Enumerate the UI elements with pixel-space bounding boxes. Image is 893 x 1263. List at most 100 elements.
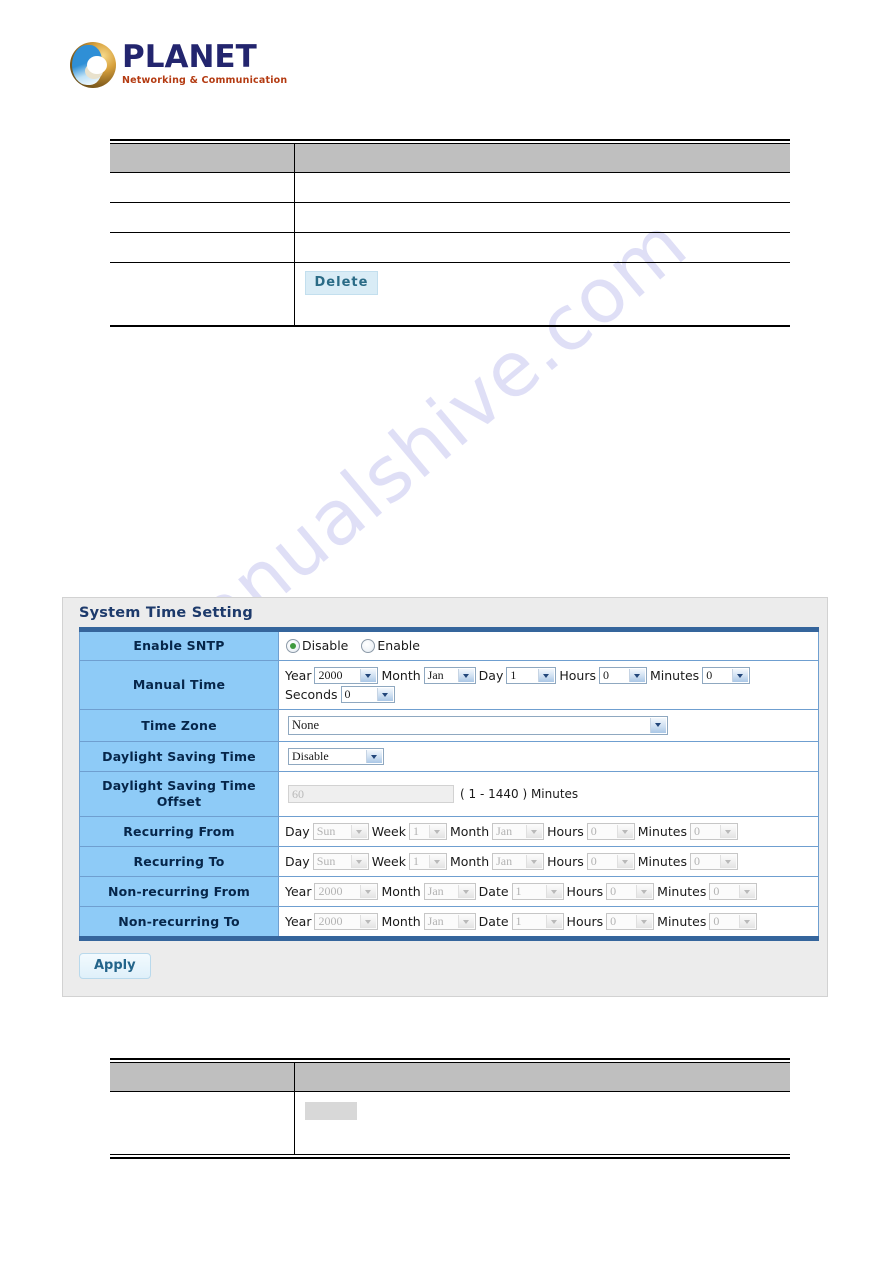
field-label-minutes: Minutes xyxy=(637,824,687,839)
brand-logo-text: PLANET Networking & Communication xyxy=(122,40,287,86)
chevron-down-icon xyxy=(616,825,633,838)
label-daylight-saving-time-offset: Daylight Saving Time Offset xyxy=(79,771,279,817)
chevron-down-icon xyxy=(457,915,474,928)
form-row-non-recurring-to: Non-recurring To Year 2000 Month Jan Date 1 Ho… xyxy=(79,906,819,939)
apply-button[interactable]: Apply xyxy=(79,953,151,979)
select-non-recurring-to-date[interactable]: 1 xyxy=(511,913,564,930)
label-daylight-saving-time: Daylight Saving Time xyxy=(79,741,279,772)
chevron-down-icon xyxy=(457,669,474,682)
table-header-row xyxy=(110,1062,790,1092)
select-recurring-to-minutes[interactable]: 0 xyxy=(689,853,738,870)
select-non-recurring-from-year[interactable]: 2000 xyxy=(314,883,379,900)
table-row xyxy=(110,232,790,263)
chevron-down-icon xyxy=(616,855,633,868)
select-non-recurring-from-month[interactable]: Jan xyxy=(423,883,476,900)
form-row-non-recurring-from: Non-recurring From Year 2000 Month Jan Date 1… xyxy=(79,876,819,907)
value-non-recurring-from: Year 2000 Month Jan Date 1 Hours 0 Minutes 0 xyxy=(278,876,819,907)
field-label-month: Month xyxy=(381,668,421,683)
select-manual-month[interactable]: Jan xyxy=(423,667,476,684)
select-manual-minutes[interactable]: 0 xyxy=(702,667,751,684)
field-label-hours: Hours xyxy=(547,824,584,839)
label-time-zone: Time Zone xyxy=(79,709,279,742)
select-non-recurring-to-year[interactable]: 2000 xyxy=(314,913,379,930)
select-manual-seconds[interactable]: 0 xyxy=(340,686,395,703)
table-row xyxy=(110,172,790,203)
value-daylight-saving-time-offset: 60 ( 1 - 1440 ) Minutes xyxy=(278,771,819,817)
table-header-cell-description xyxy=(293,1062,790,1092)
select-recurring-from-minutes[interactable]: 0 xyxy=(689,823,738,840)
form-row-enable-sntp: Enable SNTP Disable Enable xyxy=(79,629,819,661)
radio-sntp-disable[interactable] xyxy=(286,638,300,653)
form-row-daylight-saving-time-offset: Daylight Saving Time Offset 60 ( 1 - 1440… xyxy=(79,771,819,817)
field-label-date: Date xyxy=(478,884,509,899)
chevron-down-icon xyxy=(350,825,367,838)
radio-sntp-enable-label: Enable xyxy=(377,638,420,654)
form-row-recurring-from: Recurring From Day Sun Week 1 Month Jan Hours 0… xyxy=(79,816,819,847)
radio-sntp-disable-label: Disable xyxy=(302,638,349,654)
field-label-week: Week xyxy=(371,824,406,839)
chevron-down-icon xyxy=(636,915,653,928)
chevron-down-icon xyxy=(545,885,562,898)
planet-globe-icon xyxy=(70,42,116,88)
select-recurring-from-week[interactable]: 1 xyxy=(408,823,447,840)
select-manual-hours[interactable]: 0 xyxy=(598,667,647,684)
select-non-recurring-to-month[interactable]: Jan xyxy=(423,913,476,930)
table-cell-label xyxy=(110,262,294,327)
radio-sntp-enable[interactable] xyxy=(361,638,376,653)
table-header-cell-object xyxy=(110,1062,294,1092)
label-recurring-to: Recurring To xyxy=(79,846,279,877)
system-time-setting-form: Enable SNTP Disable Enable Manual Time Ye… xyxy=(79,627,819,941)
select-recurring-from-month[interactable]: Jan xyxy=(492,823,545,840)
input-daylight-saving-offset[interactable]: 60 xyxy=(288,785,454,803)
field-label-hours: Hours xyxy=(566,914,604,929)
select-recurring-from-hours[interactable]: 0 xyxy=(586,823,635,840)
select-daylight-saving-time[interactable]: Disable xyxy=(288,748,384,765)
delete-button[interactable]: Delete xyxy=(304,271,379,295)
select-non-recurring-to-hours[interactable]: 0 xyxy=(606,913,655,930)
chevron-down-icon xyxy=(376,688,393,701)
select-recurring-from-day[interactable]: Sun xyxy=(312,823,369,840)
select-recurring-to-day[interactable]: Sun xyxy=(312,853,369,870)
chevron-down-icon xyxy=(719,855,736,868)
bottom-description-table xyxy=(110,1058,790,1159)
select-recurring-to-week[interactable]: 1 xyxy=(408,853,447,870)
table-cell-label xyxy=(110,202,294,233)
form-row-manual-time: Manual Time Year 2000 Month Jan Day 1 Hours 0 Mi… xyxy=(79,660,819,710)
chevron-down-icon xyxy=(350,855,367,868)
select-non-recurring-to-minutes[interactable]: 0 xyxy=(709,913,758,930)
table-bottom-rule xyxy=(110,1154,790,1159)
field-label-year: Year xyxy=(285,668,312,683)
label-manual-time: Manual Time xyxy=(79,660,279,710)
form-row-daylight-saving-time: Daylight Saving Time Disable xyxy=(79,741,819,772)
brand-name: PLANET xyxy=(122,39,257,75)
select-recurring-to-month[interactable]: Jan xyxy=(492,853,545,870)
brand-tagline: Networking & Communication xyxy=(122,75,288,86)
value-manual-time: Year 2000 Month Jan Day 1 Hours 0 Minutes 0 Secon… xyxy=(278,660,819,710)
value-enable-sntp: Disable Enable xyxy=(278,629,819,661)
value-daylight-saving-time: Disable xyxy=(278,741,819,772)
placeholder-button[interactable] xyxy=(304,1102,357,1120)
select-non-recurring-from-hours[interactable]: 0 xyxy=(606,883,655,900)
chevron-down-icon xyxy=(360,915,377,928)
select-non-recurring-from-date[interactable]: 1 xyxy=(511,883,564,900)
table-cell-label xyxy=(110,1091,294,1155)
chevron-down-icon xyxy=(457,885,474,898)
chevron-down-icon xyxy=(650,718,666,733)
field-label-seconds: Seconds xyxy=(285,687,338,702)
field-label-month: Month xyxy=(381,914,421,929)
chevron-down-icon xyxy=(628,669,645,682)
select-manual-year[interactable]: 2000 xyxy=(314,667,379,684)
select-manual-day[interactable]: 1 xyxy=(506,667,557,684)
select-non-recurring-from-minutes[interactable]: 0 xyxy=(709,883,758,900)
select-recurring-to-hours[interactable]: 0 xyxy=(586,853,635,870)
chevron-down-icon xyxy=(545,915,562,928)
brand-logo: PLANET Networking & Communication xyxy=(70,38,320,92)
select-time-zone[interactable]: None xyxy=(288,716,668,735)
table-row xyxy=(110,202,790,233)
chevron-down-icon xyxy=(739,885,756,898)
field-label-minutes: Minutes xyxy=(657,884,707,899)
value-time-zone: None xyxy=(278,709,819,742)
field-label-minutes: Minutes xyxy=(649,668,700,683)
field-label-day: Day xyxy=(285,824,310,839)
field-label-year: Year xyxy=(285,884,312,899)
